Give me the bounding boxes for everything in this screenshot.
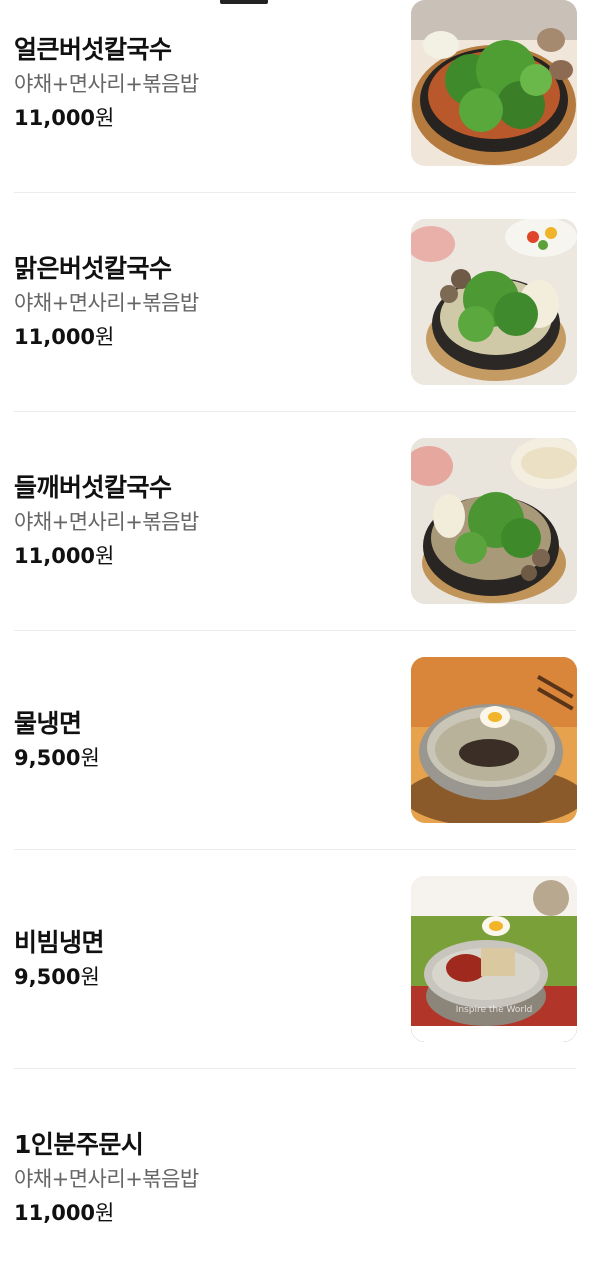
menu-item-name: 얼큰버섯칼국수 [14,34,172,64]
menu-item-price: 11,000원 [14,1196,394,1230]
menu-item-name: 맑은버섯칼국수 [14,253,172,283]
price-currency: 원 [80,964,100,989]
menu-item-photo[interactable]: Inspire the World [411,876,577,1042]
price-currency: 원 [80,745,100,770]
price-currency: 원 [95,105,115,130]
menu-item-name: 물냉면 [14,708,82,738]
menu-item-photo[interactable] [411,0,577,166]
price-amount: 11,000 [14,1200,96,1225]
menu-item-photo[interactable] [411,219,577,385]
menu-item-description: 야채+면사리+볶음밥 [14,509,199,534]
menu-list: 얼큰버섯칼국수 야채+면사리+볶음밥 11,000원 맑은버섯칼국수 야채+면사… [0,0,594,1288]
menu-item-price: 9,500원 [14,741,394,775]
menu-item-text: 물냉면 9,500원 [14,631,394,850]
menu-item[interactable]: 물냉면 9,500원 [0,631,594,850]
price-currency: 원 [95,324,115,349]
menu-item[interactable]: 들깨버섯칼국수 야채+면사리+볶음밥 11,000원 [0,412,594,631]
price-currency: 원 [95,543,115,568]
menu-item-text: 비빔냉면 9,500원 [14,850,394,1069]
menu-item-description: 야채+면사리+볶음밥 [14,290,199,315]
watermark-text: Inspire the World [456,1005,533,1015]
price-amount: 9,500 [14,964,81,989]
menu-item-photo[interactable] [411,438,577,604]
menu-item-photo[interactable] [411,657,577,823]
menu-item-text: 1인분주문시 야채+면사리+볶음밥 11,000원 [14,1069,394,1288]
menu-item-description: 야채+면사리+볶음밥 [14,1166,199,1191]
menu-item-text: 맑은버섯칼국수 야채+면사리+볶음밥 11,000원 [14,193,394,412]
menu-item-price: 11,000원 [14,101,394,135]
menu-item-price: 11,000원 [14,320,394,354]
menu-item-text: 들깨버섯칼국수 야채+면사리+볶음밥 11,000원 [14,412,394,631]
price-currency: 원 [95,1200,115,1225]
menu-item-price: 11,000원 [14,539,394,573]
price-amount: 11,000 [14,324,96,349]
menu-item[interactable]: 맑은버섯칼국수 야채+면사리+볶음밥 11,000원 [0,193,594,412]
menu-item-name: 1인분주문시 [14,1129,144,1159]
menu-item[interactable]: 비빔냉면 9,500원 Inspire the World [0,850,594,1069]
menu-item-price: 9,500원 [14,960,394,994]
menu-item[interactable]: 1인분주문시 야채+면사리+볶음밥 11,000원 [0,1069,594,1288]
menu-item-name: 비빔냉면 [14,927,105,957]
menu-item-name: 들깨버섯칼국수 [14,472,172,502]
price-amount: 11,000 [14,105,96,130]
price-amount: 11,000 [14,543,96,568]
menu-item[interactable]: 얼큰버섯칼국수 야채+면사리+볶음밥 11,000원 [0,0,594,193]
price-amount: 9,500 [14,745,81,770]
menu-item-text: 얼큰버섯칼국수 야채+면사리+볶음밥 11,000원 [14,0,394,193]
menu-item-description: 야채+면사리+볶음밥 [14,71,199,96]
